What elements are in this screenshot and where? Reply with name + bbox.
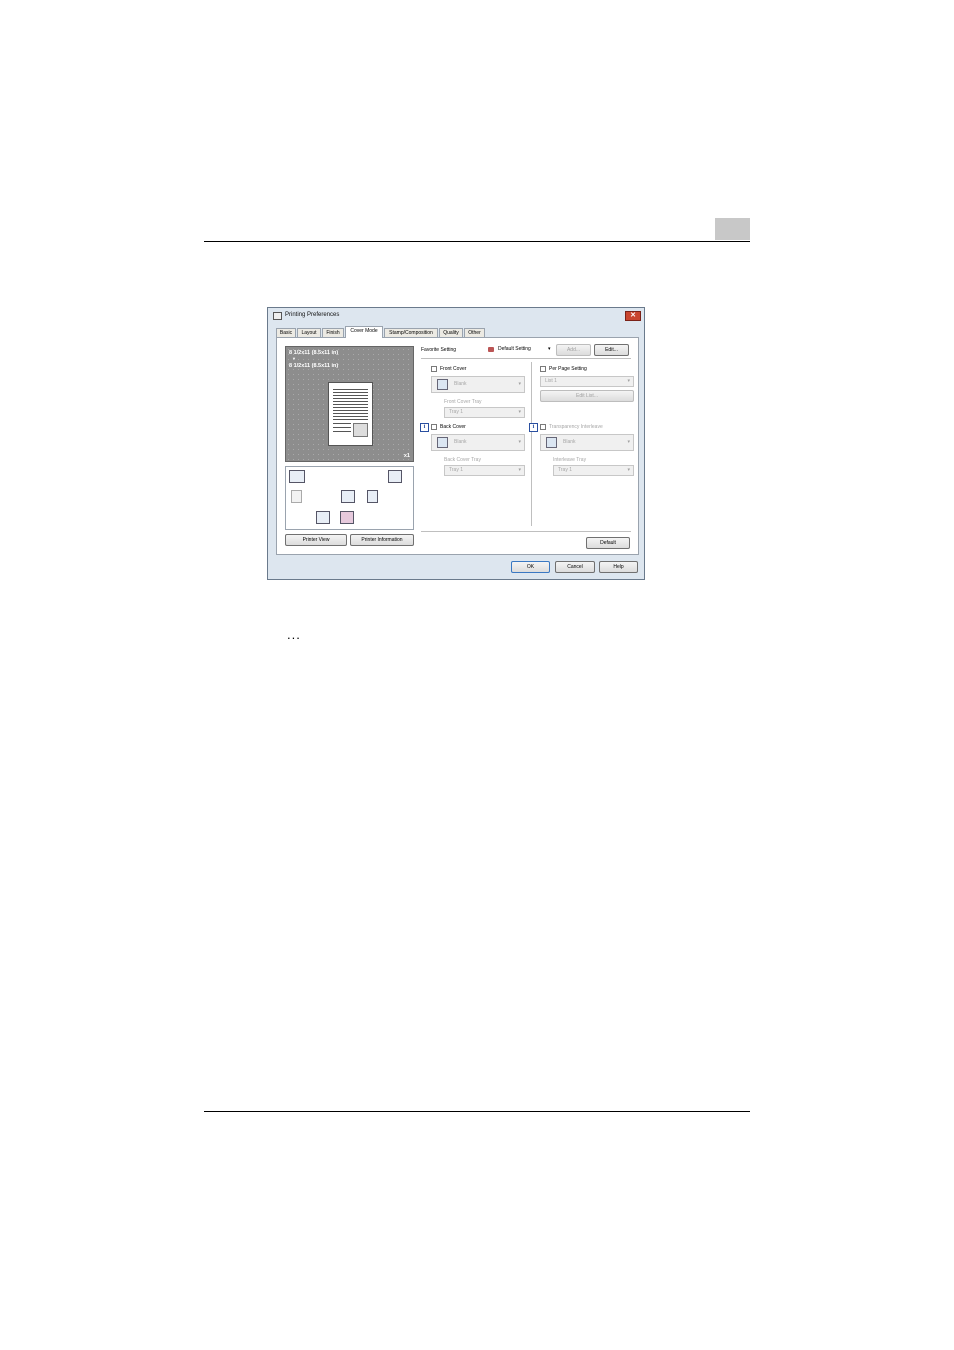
edit-favorite-button[interactable]: Edit...: [594, 344, 629, 356]
back-cover-label: Back Cover: [440, 424, 466, 430]
cancel-button[interactable]: Cancel: [555, 561, 595, 573]
per-page-setting-checkbox[interactable]: [540, 366, 546, 372]
add-favorite-button[interactable]: Add...: [556, 344, 591, 356]
back-cover-tray-label: Back Cover Tray: [444, 457, 481, 463]
chevron-down-icon: ▾: [518, 439, 521, 445]
chevron-down-icon: ▾: [627, 467, 630, 473]
chevron-down-icon: ▾: [627, 439, 630, 445]
window-title: Printing Preferences: [285, 312, 340, 318]
account-icon: [340, 511, 354, 524]
front-cover-select[interactable]: Blank ▾: [431, 376, 525, 393]
front-cover-label: Front Cover: [440, 366, 467, 372]
per-page-list-select[interactable]: List 1 ▾: [540, 376, 634, 387]
default-button[interactable]: Default: [586, 537, 630, 549]
chevron-down-icon: ▾: [548, 346, 551, 352]
tab-cover-mode[interactable]: Cover Mode: [345, 326, 383, 338]
chevron-down-icon: ▾: [627, 378, 630, 384]
favorite-setting-value: Default Setting: [498, 346, 531, 352]
preview-output-size: 8 1/2x11 (8.5x11 in): [289, 363, 339, 369]
preview-original-size: 8 1/2x11 (8.5x11 in): [289, 350, 339, 356]
preview-copies: x1: [403, 453, 410, 459]
transparency-interleave-value: Blank: [563, 439, 576, 445]
favorite-divider: [421, 358, 631, 359]
user-icon: [316, 511, 330, 524]
chevron-down-icon: ▾: [518, 467, 521, 473]
back-cover-tray-value: Tray 1: [449, 467, 463, 473]
favorite-setting-label: Favorite Setting: [421, 347, 457, 353]
per-page-list-value: List 1: [545, 378, 557, 384]
per-page-setting-label: Per Page Setting: [549, 366, 587, 372]
bottom-divider: [421, 531, 631, 532]
favorite-icon: [488, 347, 494, 352]
document-icon: [291, 490, 302, 503]
tab-quality[interactable]: Quality: [439, 328, 463, 337]
front-cover-tray-label: Front Cover Tray: [444, 399, 482, 405]
printer-view-button[interactable]: Printer View: [285, 534, 347, 546]
back-cover-value: Blank: [454, 439, 467, 445]
chevron-down-icon: ▾: [518, 381, 521, 387]
transparency-interleave-select[interactable]: Blank ▾: [540, 434, 634, 451]
preview-page: [328, 382, 373, 446]
printing-preferences-dialog: Printing Preferences ✕ Basic Layout Fini…: [267, 307, 645, 580]
interleave-tray-select[interactable]: Tray 1 ▾: [553, 465, 634, 476]
page-icon: [367, 490, 378, 503]
back-cover-checkbox[interactable]: [431, 424, 437, 430]
stamp-icon: [353, 423, 368, 437]
favorite-setting-select[interactable]: Default Setting ▾: [486, 344, 554, 355]
front-cover-tray-select[interactable]: Tray 1 ▾: [444, 407, 525, 418]
transparency-interleave-label: Transparency Interleave: [549, 424, 603, 430]
preview-arrow: ▼: [292, 356, 296, 361]
tab-stamp-composition[interactable]: Stamp/Composition: [384, 328, 438, 337]
close-icon: ✕: [630, 312, 636, 319]
ok-button[interactable]: OK: [511, 561, 550, 573]
edit-list-button[interactable]: Edit List...: [540, 390, 634, 402]
chapter-tab-box: [715, 218, 750, 240]
column-divider: [531, 362, 532, 526]
printer-information-button[interactable]: Printer Information: [350, 534, 414, 546]
header-rule: [204, 241, 750, 242]
back-cover-select[interactable]: Blank ▾: [431, 434, 525, 451]
front-cover-icon: [437, 379, 448, 390]
back-cover-icon: [437, 437, 448, 448]
printer-icon: [273, 312, 282, 320]
function-icons-area: [285, 466, 414, 530]
ellipsis-text: ...: [287, 627, 301, 642]
tab-other[interactable]: Other: [464, 328, 485, 337]
help-button[interactable]: Help: [599, 561, 638, 573]
tab-basic[interactable]: Basic: [276, 328, 296, 337]
tab-finish[interactable]: Finish: [322, 328, 344, 337]
back-cover-tray-select[interactable]: Tray 1 ▾: [444, 465, 525, 476]
transparency-interleave-checkbox[interactable]: [540, 424, 546, 430]
chevron-down-icon: ▾: [518, 409, 521, 415]
front-cover-value: Blank: [454, 381, 467, 387]
layout-a-icon: [341, 490, 355, 503]
cover-mode-panel: 8 1/2x11 (8.5x11 in) ▼ 8 1/2x11 (8.5x11 …: [276, 337, 639, 555]
close-button[interactable]: ✕: [625, 311, 641, 321]
print-preview: 8 1/2x11 (8.5x11 in) ▼ 8 1/2x11 (8.5x11 …: [285, 346, 414, 462]
interleave-tray-label: Interleave Tray: [553, 457, 587, 463]
front-cover-tray-value: Tray 1: [449, 409, 463, 415]
title-bar: Printing Preferences ✕: [268, 308, 644, 325]
edit-icon: [388, 470, 402, 483]
footer-rule: [204, 1111, 750, 1112]
transparency-icon: [546, 437, 557, 448]
interleave-tray-value: Tray 1: [558, 467, 572, 473]
front-cover-checkbox[interactable]: [431, 366, 437, 372]
info-icon: i: [529, 423, 538, 432]
paper-feed-icon: [289, 470, 305, 483]
tab-layout[interactable]: Layout: [297, 328, 321, 337]
info-icon: i: [420, 423, 429, 432]
